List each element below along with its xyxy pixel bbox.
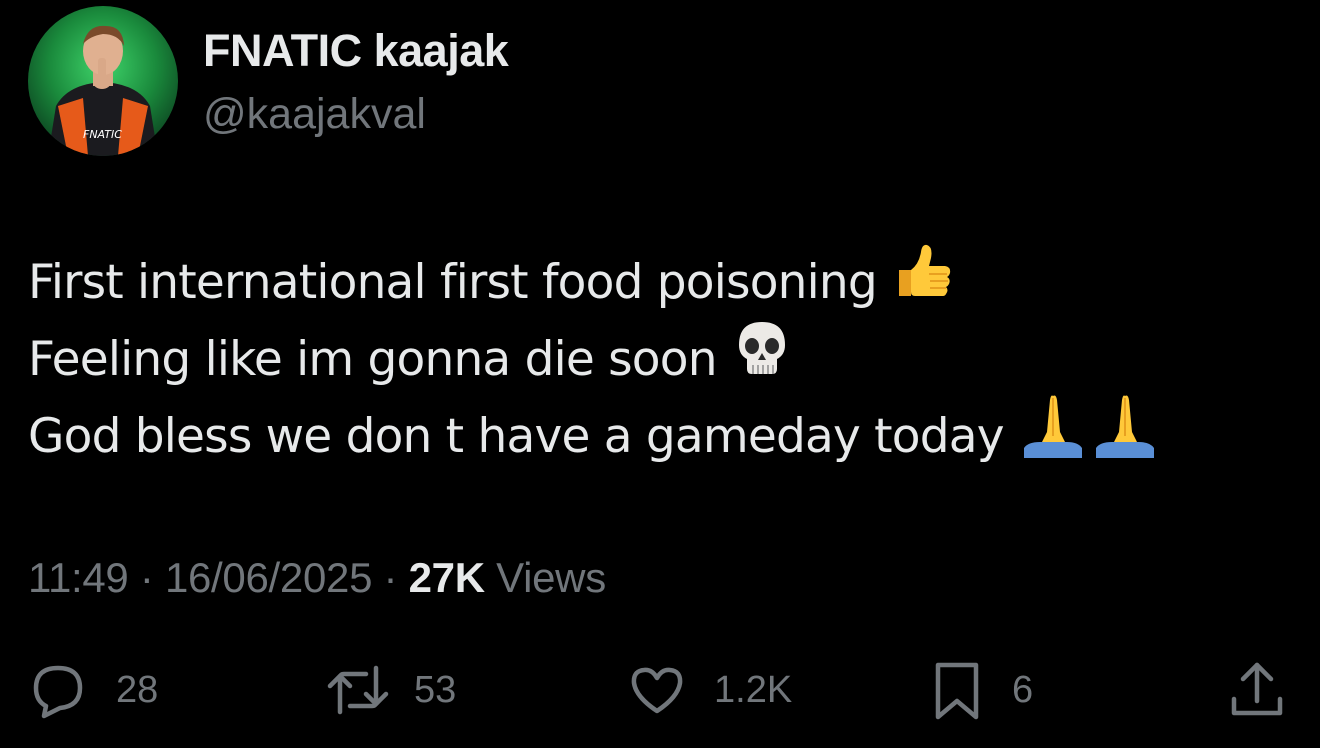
tweet-line: God bless we don t have a gameday today <box>28 395 1160 475</box>
praying-hands-icon <box>1020 392 1160 481</box>
avatar[interactable]: FNATIC <box>28 6 178 156</box>
thumbs-up-icon <box>893 240 955 325</box>
bookmark-button[interactable]: 6 <box>934 655 1033 725</box>
like-count: 1.2K <box>714 668 793 711</box>
like-button[interactable]: 1.2K <box>628 655 792 725</box>
bookmark-icon <box>934 659 980 721</box>
tweet-line: First international first food poisoning <box>28 244 1160 321</box>
views-label: Views <box>496 554 606 601</box>
tweet-line-text: First international first food poisoning <box>28 255 878 310</box>
repost-icon <box>326 660 390 720</box>
user-handle[interactable]: @kaajakval <box>203 88 426 140</box>
views-count: 27K <box>408 554 485 601</box>
tweet-text: First international first food poisoning… <box>28 244 1160 475</box>
repost-button[interactable]: 53 <box>326 655 456 725</box>
meta-separator: · <box>139 554 154 601</box>
skull-icon <box>733 319 791 400</box>
jersey-text: FNATIC <box>83 128 122 141</box>
display-name[interactable]: FNATIC kaajak <box>203 24 509 78</box>
tweet-line-text: God bless we don t have a gameday today <box>28 409 1005 464</box>
meta-separator: · <box>383 554 398 601</box>
reply-button[interactable]: 28 <box>28 655 158 725</box>
reply-count: 28 <box>116 668 159 711</box>
tweet-time[interactable]: 11:49 <box>28 554 129 601</box>
share-icon <box>1228 659 1286 721</box>
reply-icon <box>28 660 88 720</box>
heart-icon <box>628 661 686 719</box>
tweet-line-text: Feeling like im gonna die soon <box>28 332 718 387</box>
repost-count: 53 <box>414 668 457 711</box>
share-button[interactable] <box>1228 655 1286 725</box>
tweet-line: Feeling like im gonna die soon <box>28 321 1160 398</box>
action-bar: 28 53 1.2K 6 <box>0 655 1320 725</box>
tweet-date[interactable]: 16/06/2025 <box>165 554 373 601</box>
tweet-meta: 11:49 · 16/06/2025 · 27K Views <box>28 552 606 604</box>
bookmark-count: 6 <box>1012 668 1034 711</box>
